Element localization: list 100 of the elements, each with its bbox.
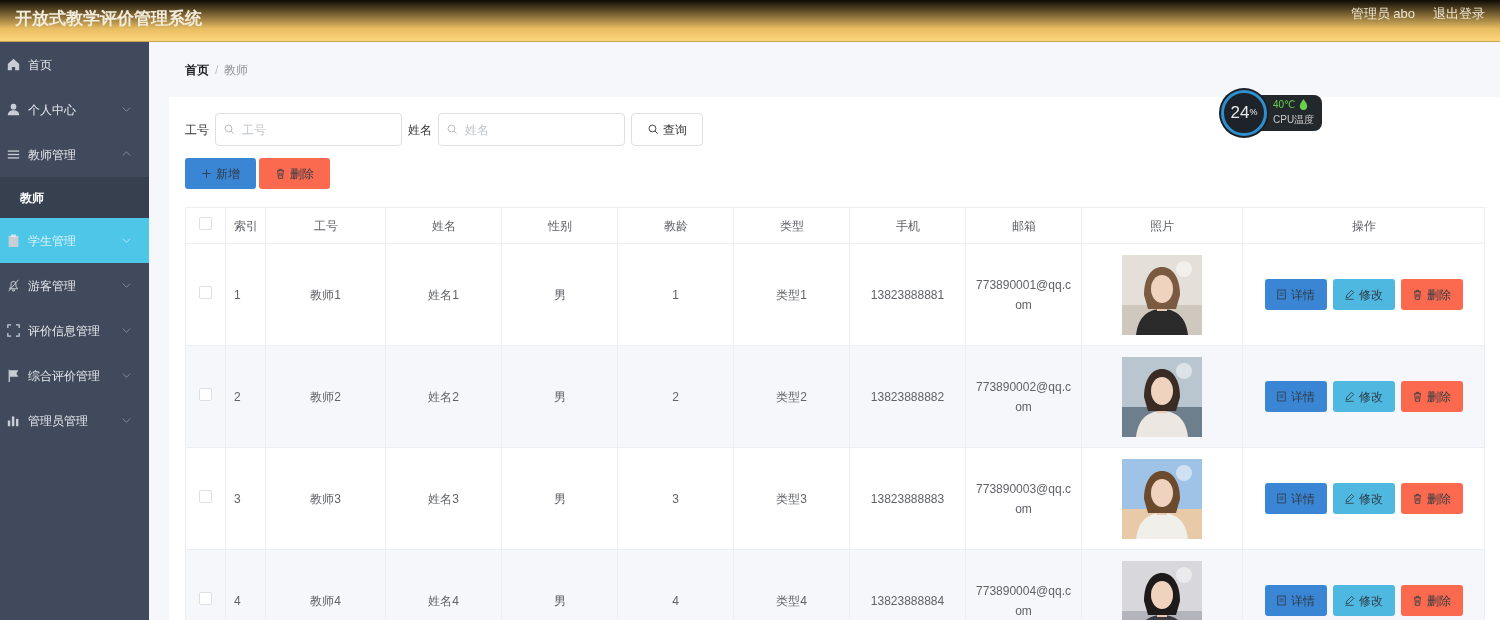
trash-icon [1412, 595, 1423, 606]
column-header: 性别 [547, 218, 572, 233]
clipboard-icon [7, 234, 20, 247]
table-cell: 男 [553, 491, 566, 506]
logout-link[interactable]: 退出登录 [1433, 4, 1485, 24]
chevron-down-icon [122, 326, 131, 335]
table-cell: 男 [553, 287, 566, 302]
column-header: 索引 [234, 218, 258, 233]
plus-icon [201, 168, 212, 179]
delete-button[interactable]: 删除 [1400, 483, 1463, 514]
delete-button[interactable]: 删除 [1400, 585, 1463, 616]
table-cell: 4 [672, 593, 679, 608]
delete-button[interactable]: 删除 [259, 158, 330, 189]
sidebar-subitem[interactable]: 教师 [0, 177, 149, 218]
table-cell: 男 [553, 593, 566, 608]
table-cell: 类型4 [776, 593, 807, 608]
trash-icon [1412, 289, 1423, 300]
delete-button[interactable]: 删除 [1400, 381, 1463, 412]
table-cell: 13823888883 [870, 491, 945, 506]
trash-icon [1412, 391, 1423, 402]
edit-button[interactable]: 修改 [1332, 585, 1395, 616]
breadcrumb-item[interactable]: 首页 [185, 60, 209, 79]
table-cell: 4 [234, 593, 241, 608]
table-cell: 教师2 [310, 389, 341, 404]
detail-button[interactable]: 详情 [1264, 585, 1327, 616]
document-icon [1276, 595, 1287, 606]
table-cell: 1 [234, 287, 241, 302]
cpu-label: CPU温度 [1273, 113, 1315, 127]
table-cell: 类型1 [776, 287, 807, 302]
field-label: 姓名 [408, 121, 432, 139]
search-field[interactable]: 工号 [215, 113, 402, 146]
sidebar-item[interactable]: 评价信息管理 [0, 308, 149, 353]
table-cell: 2 [234, 389, 241, 404]
column-header: 姓名 [431, 218, 456, 233]
list-icon [7, 148, 20, 161]
search-field[interactable]: 姓名 [438, 113, 625, 146]
add-button[interactable]: 新增 [185, 158, 256, 189]
select-all-checkbox[interactable] [199, 216, 212, 230]
column-header: 类型 [779, 218, 804, 233]
table-cell: 姓名4 [428, 593, 459, 608]
edit-button[interactable]: 修改 [1332, 279, 1395, 310]
document-icon [1276, 493, 1287, 504]
admin-user-name: 管理员 abo [1350, 5, 1415, 23]
table-cell: 男 [553, 389, 566, 404]
column-header: 照片 [1150, 218, 1174, 233]
bar-chart-icon [7, 414, 20, 427]
column-header: 手机 [895, 218, 920, 233]
sidebar-item[interactable]: 首页 [0, 42, 149, 87]
sidebar-item[interactable]: 管理员管理 [0, 398, 149, 443]
email-text: 773890004@qq.com [976, 583, 1071, 618]
table-cell: 13823888881 [870, 287, 945, 302]
app-title: 开放式教学评价管理系统 [15, 8, 202, 30]
detail-button[interactable]: 详情 [1264, 483, 1327, 514]
sidebar-item[interactable]: 综合评价管理 [0, 353, 149, 398]
table-cell: 姓名2 [428, 389, 459, 404]
leaf-icon [1298, 99, 1310, 110]
sidebar-item[interactable]: 个人中心 [0, 87, 149, 132]
pencil-icon [1344, 493, 1355, 504]
column-header: 工号 [313, 218, 338, 233]
edit-button[interactable]: 修改 [1332, 381, 1395, 412]
column-header: 教龄 [663, 218, 688, 233]
chevron-down-icon [122, 416, 131, 425]
chevron-down-icon [122, 105, 131, 114]
field-label: 工号 [185, 121, 209, 139]
scan-frame-icon [7, 324, 20, 337]
table-cell: 13823888882 [870, 389, 945, 404]
cpu-usage-gauge: 24% [1221, 90, 1267, 136]
table-cell: 姓名3 [428, 491, 459, 506]
delete-button[interactable]: 删除 [1400, 279, 1463, 310]
chevron-up-icon [122, 150, 131, 159]
bell-slash-icon [7, 279, 20, 292]
document-icon [1276, 289, 1287, 300]
edit-button[interactable]: 修改 [1332, 483, 1395, 514]
row-checkbox[interactable] [199, 489, 212, 503]
table-cell: 2 [672, 389, 679, 404]
column-header: 操作 [1351, 218, 1376, 233]
search-icon [224, 124, 235, 135]
search-icon [647, 124, 659, 135]
user-icon [7, 103, 20, 116]
row-checkbox[interactable] [199, 285, 212, 299]
row-checkbox[interactable] [199, 591, 212, 605]
search-icon [447, 124, 458, 135]
chevron-down-icon [122, 236, 131, 245]
table-cell: 1 [672, 287, 679, 302]
search-button[interactable]: 查询 [631, 113, 703, 146]
sidebar-item[interactable]: 游客管理 [0, 263, 149, 308]
pencil-icon [1344, 289, 1355, 300]
detail-button[interactable]: 详情 [1264, 279, 1327, 310]
pencil-icon [1344, 391, 1355, 402]
table-cell: 教师1 [310, 287, 341, 302]
trash-icon [275, 168, 286, 179]
email-text: 773890001@qq.com [976, 277, 1071, 312]
table-cell: 教师4 [310, 593, 341, 608]
home-icon [7, 58, 20, 71]
table-cell: 教师3 [310, 491, 341, 506]
trash-icon [1412, 493, 1423, 504]
detail-button[interactable]: 详情 [1264, 381, 1327, 412]
sidebar-item[interactable]: 教师管理 [0, 132, 149, 177]
email-text: 773890002@qq.com [976, 379, 1071, 414]
row-checkbox[interactable] [199, 387, 212, 401]
